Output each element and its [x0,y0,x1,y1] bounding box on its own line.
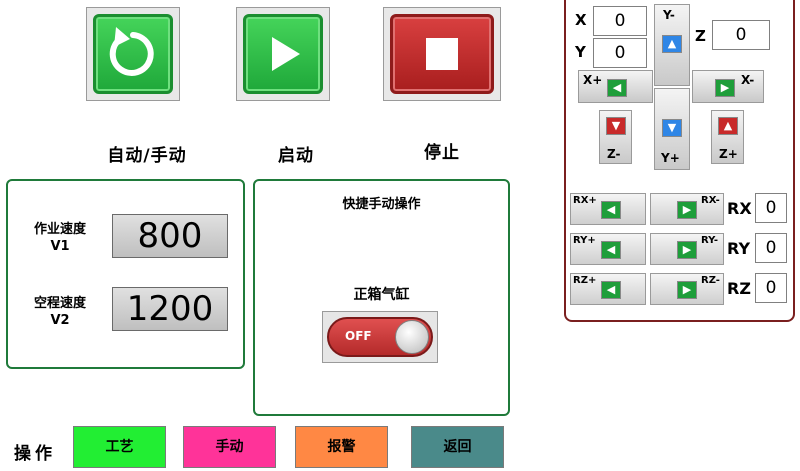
jog-panel: X 0 Y 0 Y- ▲ Z 0 X+ ◀ ▶ X- ▼ Z- ▼ Y+ ▲ Z… [564,0,795,322]
x-label: X [575,11,587,29]
z-value[interactable]: 0 [712,20,770,50]
quick-manual-panel: 快捷手动操作 正箱气缸 OFF [253,179,510,416]
arrow-right-icon: ▶ [677,281,697,299]
speed-panel: 作业速度 V1 800 空程速度 V2 1200 [6,179,245,369]
start-frame [236,7,330,101]
arrow-right-icon: ▶ [715,79,735,97]
idle-speed-value[interactable]: 1200 [112,287,228,331]
arrow-left-icon: ◀ [601,281,621,299]
cylinder-toggle[interactable]: OFF [327,317,433,357]
toggle-state-text: OFF [345,329,372,343]
ry-value[interactable]: 0 [755,233,787,263]
x-plus-button[interactable]: X+ ◀ [578,70,653,103]
rz-minus-label: RZ- [701,275,720,286]
x-minus-button[interactable]: ▶ X- [692,70,764,103]
work-speed-label-line1: 作业速度 [33,222,86,237]
work-speed-label-line2: V1 [50,239,70,254]
operate-label: 操作 [14,444,56,464]
ry-plus-label: RY+ [573,235,596,246]
arrow-up-icon: ▲ [662,35,682,53]
ry-minus-label: RY- [701,235,719,246]
stop-label: 停止 [424,143,460,163]
start-label: 启动 [278,146,314,166]
back-button[interactable]: 返回 [411,426,504,468]
y-label: Y [575,43,586,61]
auto-manual-button[interactable] [93,14,173,94]
stop-frame [383,7,501,101]
ry-minus-button[interactable]: ▶ RY- [650,233,724,265]
ry-plus-button[interactable]: RY+ ◀ [570,233,646,265]
y-plus-button[interactable]: ▼ Y+ [654,88,690,170]
rx-minus-label: RX- [701,195,720,206]
arrow-up-icon: ▲ [718,117,738,135]
x-value[interactable]: 0 [593,6,647,36]
start-button[interactable] [243,14,323,94]
z-minus-button[interactable]: ▼ Z- [599,110,632,164]
z-minus-label: Z- [607,147,621,161]
cylinder-toggle-frame: OFF [322,311,438,363]
rz-label: RZ [727,279,751,298]
arrow-right-icon: ▶ [677,241,697,259]
arrow-left-icon: ◀ [601,241,621,259]
rx-value[interactable]: 0 [755,193,787,223]
arrow-left-icon: ◀ [601,201,621,219]
rz-value[interactable]: 0 [755,273,787,303]
manual-button[interactable]: 手动 [183,426,276,468]
z-plus-label: Z+ [719,147,738,161]
alarm-button[interactable]: 报警 [295,426,388,468]
toggle-knob [395,320,429,354]
stop-icon [426,38,458,70]
arrow-left-icon: ◀ [607,79,627,97]
stop-button[interactable] [390,14,494,94]
idle-speed-label-line2: V2 [50,313,70,328]
idle-speed-label-line1: 空程速度 [33,296,86,311]
y-minus-button[interactable]: Y- ▲ [654,4,690,86]
auto-manual-label: 自动/手动 [107,146,187,166]
rz-minus-button[interactable]: ▶ RZ- [650,273,724,305]
work-speed-value[interactable]: 800 [112,214,228,258]
cylinder-label: 正箱气缸 [353,287,410,303]
rx-label: RX [727,199,752,218]
auto-manual-frame [86,7,180,101]
refresh-icon [109,27,154,76]
ry-label: RY [727,239,751,258]
z-label: Z [695,27,706,45]
z-plus-button[interactable]: ▲ Z+ [711,110,744,164]
rz-plus-label: RZ+ [573,275,597,286]
y-plus-label: Y+ [661,151,680,165]
arrow-down-icon: ▼ [662,119,682,137]
arrow-right-icon: ▶ [677,201,697,219]
quick-manual-title: 快捷手动操作 [342,197,421,212]
rz-plus-button[interactable]: RZ+ ◀ [570,273,646,305]
rx-plus-label: RX+ [573,195,597,206]
play-icon [272,37,300,71]
x-minus-label: X- [741,73,755,87]
rx-plus-button[interactable]: RX+ ◀ [570,193,646,225]
rx-minus-button[interactable]: ▶ RX- [650,193,724,225]
arrow-down-icon: ▼ [606,117,626,135]
y-value[interactable]: 0 [593,38,647,68]
x-plus-label: X+ [583,73,603,87]
y-minus-label: Y- [663,8,675,22]
process-button[interactable]: 工艺 [73,426,166,468]
